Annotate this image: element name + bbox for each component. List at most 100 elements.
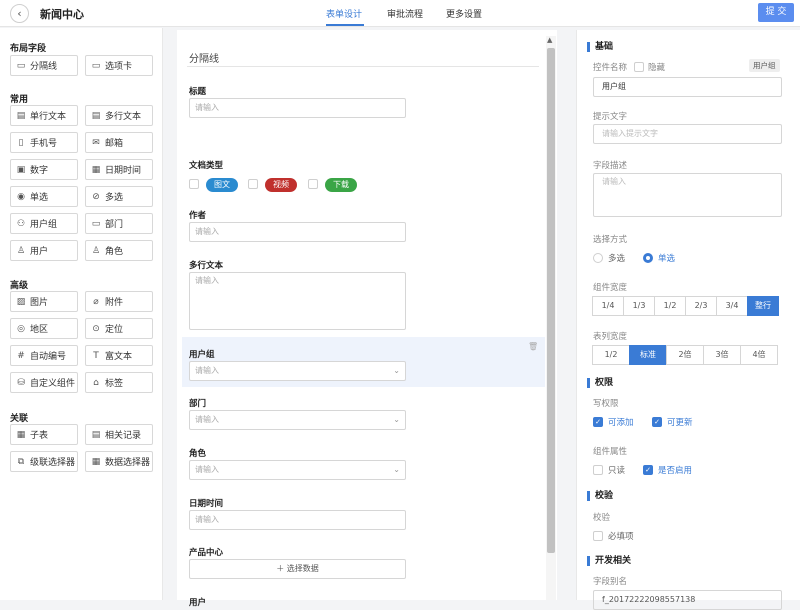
mode-multi-radio[interactable] (593, 253, 603, 263)
palette-region[interactable]: ◎ 地区 (10, 318, 78, 339)
colwidth-option[interactable]: 4倍 (740, 345, 778, 365)
can-add-checkbox[interactable]: ✓ (593, 417, 603, 427)
hint-input[interactable]: 请输入提示文字 (593, 124, 782, 144)
alias-label: 字段别名 (593, 577, 628, 587)
palette-related-record[interactable]: ▤ 相关记录 (85, 424, 153, 445)
properties-panel: 基础 控件名称 隐藏 用户组 用户组 提示文字 请输入提示文字 字段描述 请输入… (576, 30, 800, 610)
mode-single-label: 单选 (658, 254, 676, 264)
canvas-scrollbar[interactable]: ▲ (546, 36, 556, 600)
doctype-checkbox-1[interactable] (189, 179, 199, 189)
title-input[interactable]: 请输入 (189, 98, 406, 118)
desc-textarea[interactable]: 请输入 (593, 173, 782, 217)
tab-approval[interactable]: 审批流程 (387, 7, 423, 20)
section-validation: 校验 (587, 491, 613, 501)
colwidth-option[interactable]: 3倍 (703, 345, 741, 365)
field-multiline-label: 多行文本 (189, 261, 224, 271)
width-option[interactable]: 1/4 (592, 296, 624, 316)
colwidth-label: 表列宽度 (593, 332, 628, 342)
palette-richtext[interactable]: T 富文本 (85, 345, 153, 366)
palette-number[interactable]: ▣ 数字 (10, 159, 78, 180)
width-option-selected[interactable]: 整行 (747, 296, 779, 316)
palette-custom[interactable]: ⛁ 自定义组件 (10, 372, 78, 393)
palette-usergroup[interactable]: ⚇ 用户组 (10, 213, 78, 234)
tab-form-design[interactable]: 表单设计 (326, 7, 362, 20)
required-checkbox[interactable] (593, 531, 603, 541)
palette-role[interactable]: ♙ 角色 (85, 240, 153, 261)
field-title-label: 标题 (189, 87, 207, 97)
data-selector-icon: ▦ (91, 456, 101, 467)
author-input[interactable]: 请输入 (189, 222, 406, 242)
palette-phone[interactable]: ▯ 手机号 (10, 132, 78, 153)
enabled-checkbox[interactable]: ✓ (643, 465, 653, 475)
doctype-option-3[interactable]: 下载 (325, 178, 357, 192)
palette-multi-text[interactable]: ▤ 多行文本 (85, 105, 153, 126)
chevron-down-icon: ⌄ (393, 366, 400, 375)
trash-icon[interactable]: 🗑 (528, 342, 538, 351)
usergroup-select[interactable]: 请输入 ⌄ (189, 361, 406, 381)
palette-datetime[interactable]: ▦ 日期时间 (85, 159, 153, 180)
palette-autonumber[interactable]: # 自动编号 (10, 345, 78, 366)
datetime-input[interactable]: 请输入 (189, 510, 406, 530)
users-icon: ⚇ (16, 218, 26, 229)
doctype-checkbox-2[interactable] (248, 179, 258, 189)
image-icon: ▨ (16, 296, 26, 307)
mode-label: 选择方式 (593, 235, 628, 245)
width-option[interactable]: 1/3 (623, 296, 655, 316)
colwidth-option[interactable]: 1/2 (592, 345, 630, 365)
hide-checkbox[interactable] (634, 62, 644, 72)
enabled-label: 是否启用 (658, 466, 693, 476)
palette-subtable[interactable]: ▦ 子表 (10, 424, 78, 445)
can-update-checkbox[interactable]: ✓ (652, 417, 662, 427)
name-input[interactable]: 用户组 (593, 77, 782, 97)
field-role-label: 角色 (189, 449, 207, 459)
palette-tabs[interactable]: ▭ 选项卡 (85, 55, 153, 76)
scrollbar-thumb[interactable] (547, 48, 555, 553)
back-button[interactable]: ‹ (10, 4, 29, 23)
submit-button[interactable]: 提 交 (758, 3, 794, 22)
select-data-button[interactable]: ＋ 选择数据 (189, 559, 406, 579)
alias-input[interactable]: f_20172222098557138 (593, 590, 782, 610)
palette-department[interactable]: ▭ 部门 (85, 213, 153, 234)
calendar-icon: ▦ (91, 164, 101, 175)
role-select[interactable]: 请输入 ⌄ (189, 460, 406, 480)
section-advanced: 高级 (10, 281, 29, 291)
check-circle-icon: ⊘ (92, 191, 100, 202)
divider-title[interactable]: 分隔线 (189, 50, 219, 65)
palette-single-text[interactable]: ▤ 单行文本 (10, 105, 78, 126)
colwidth-option-selected[interactable]: 标准 (629, 345, 667, 365)
palette-attachment[interactable]: ⌀ 附件 (85, 291, 153, 312)
palette-radio[interactable]: ◉ 单选 (10, 186, 78, 207)
colwidth-segmented: 1/2 标准 2倍 3倍 4倍 (592, 345, 778, 365)
palette-tag[interactable]: ⌂ 标签 (85, 372, 153, 393)
palette-image[interactable]: ▨ 图片 (10, 291, 78, 312)
doctype-option-1[interactable]: 图文 (206, 178, 238, 192)
scroll-up-icon[interactable]: ▲ (547, 36, 552, 44)
doctype-option-2[interactable]: 视频 (265, 178, 297, 192)
desc-label: 字段描述 (593, 161, 628, 171)
tab-more-settings[interactable]: 更多设置 (446, 7, 482, 20)
mode-single-radio[interactable] (643, 253, 653, 263)
palette-location[interactable]: ⊙ 定位 (85, 318, 153, 339)
divider-icon: ▭ (16, 60, 26, 71)
field-dept-label: 部门 (189, 399, 207, 409)
width-option[interactable]: 3/4 (716, 296, 748, 316)
multiline-textarea[interactable]: 请输入 (189, 272, 406, 330)
palette-divider[interactable]: ▭ 分隔线 (10, 55, 78, 76)
doctype-checkbox-3[interactable] (308, 179, 318, 189)
width-option[interactable]: 2/3 (685, 296, 717, 316)
width-option[interactable]: 1/2 (654, 296, 686, 316)
palette-email[interactable]: ✉ 邮箱 (85, 132, 153, 153)
location-icon: ⊙ (92, 323, 100, 334)
readonly-checkbox[interactable] (593, 465, 603, 475)
mode-multi-label: 多选 (608, 254, 626, 264)
hint-label: 提示文字 (593, 112, 628, 122)
readonly-label: 只读 (608, 466, 626, 476)
palette-data-selector[interactable]: ▦ 数据选择器 (85, 451, 153, 472)
dept-select[interactable]: 请输入 ⌄ (189, 410, 406, 430)
colwidth-option[interactable]: 2倍 (666, 345, 704, 365)
palette-user[interactable]: ♙ 用户 (10, 240, 78, 261)
palette-cascader[interactable]: ⧉ 级联选择器 (10, 451, 78, 472)
palette-checkbox[interactable]: ⊘ 多选 (85, 186, 153, 207)
role-icon: ♙ (91, 245, 101, 256)
textarea-icon: ▤ (91, 110, 101, 121)
